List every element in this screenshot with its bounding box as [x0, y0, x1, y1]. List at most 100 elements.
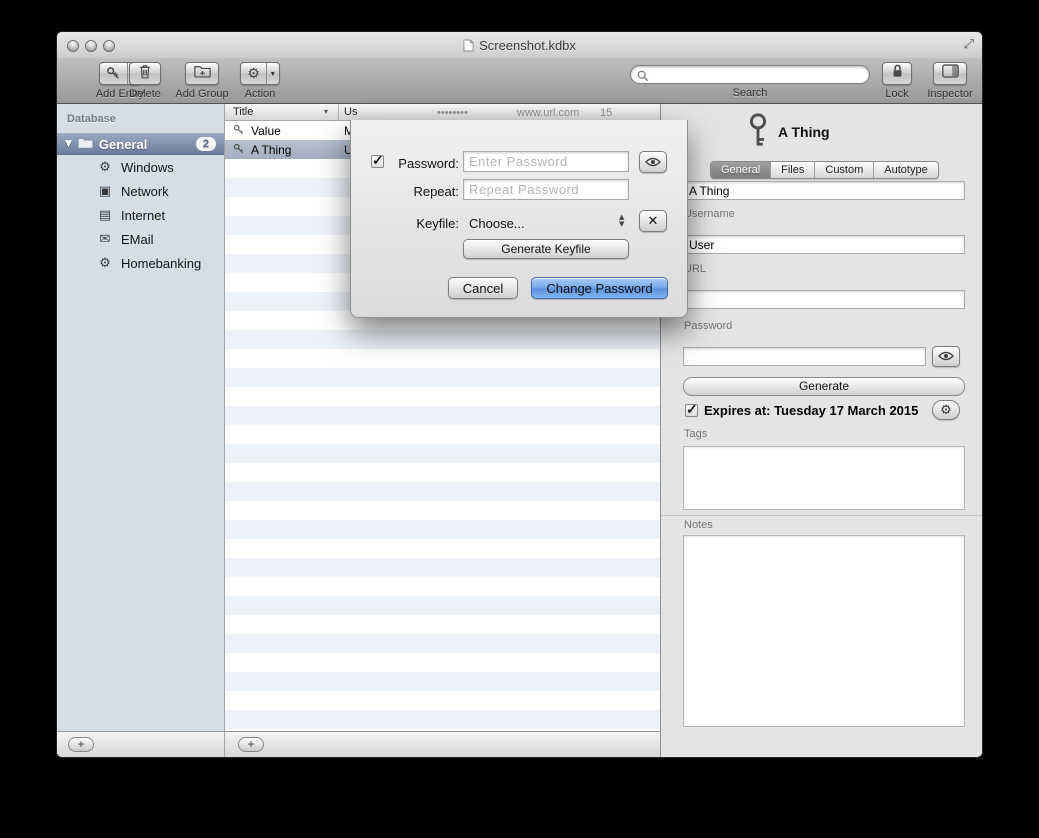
add-group-label: Add Group: [175, 88, 228, 100]
sidebar-item-network[interactable]: ▣ Network: [57, 179, 224, 203]
sheet-repeat-label: Repeat:: [389, 184, 459, 199]
sheet-password-label: Password:: [389, 156, 459, 171]
keyfile-popup[interactable]: Choose...: [469, 216, 525, 231]
password-enable-checkbox[interactable]: [371, 155, 384, 168]
tags-input-box[interactable]: [683, 446, 965, 510]
password-field[interactable]: [683, 347, 926, 366]
repeat-password-input[interactable]: [463, 179, 629, 200]
add-group-plus-button[interactable]: +: [68, 737, 94, 752]
entry-key-icon: [745, 113, 771, 154]
change-password-button[interactable]: Change Password: [531, 277, 668, 299]
action-button[interactable]: ⚙ ▾: [240, 62, 280, 85]
delete-button[interactable]: [129, 62, 161, 85]
key-icon: [100, 63, 127, 84]
sidebar-item-windows[interactable]: ⚙ Windows: [57, 155, 224, 179]
eye-icon: [938, 348, 954, 366]
fullscreen-icon[interactable]: ⤢: [964, 37, 974, 52]
envelope-icon: ✉: [97, 232, 113, 247]
url-field[interactable]: [683, 290, 965, 309]
sidebar-item-label: EMail: [121, 232, 154, 247]
trash-icon: [138, 63, 152, 84]
sheet-keyfile-label: Keyfile:: [389, 216, 459, 231]
entry-list-bottom-bar: +: [225, 731, 660, 757]
expires-label: Expires at: Tuesday 17 March 2015: [704, 403, 918, 418]
action-group: ⚙ ▾ Action: [237, 62, 283, 100]
delete-label: Delete: [129, 88, 161, 100]
reveal-password-button[interactable]: [639, 151, 667, 173]
lock-group: Lock: [881, 62, 913, 100]
section-divider: [661, 515, 982, 516]
sidebar-item-label: Internet: [121, 208, 165, 223]
lock-button[interactable]: [882, 62, 912, 85]
search-label: Search: [630, 87, 870, 99]
window-title: Screenshot.kdbx: [57, 38, 982, 55]
sidebar-item-label: Windows: [121, 160, 174, 175]
peek-modified-cell: 15: [600, 107, 612, 119]
peek-url-cell: www.url.com: [517, 107, 579, 119]
sidebar-item-label: Homebanking: [121, 256, 201, 271]
lock-label: Lock: [885, 88, 908, 100]
gear-icon: ⚙: [940, 403, 952, 418]
tab-autotype[interactable]: Autotype: [874, 162, 937, 178]
generate-password-button[interactable]: Generate: [683, 377, 965, 396]
notes-input-box[interactable]: [683, 535, 965, 727]
inspector-entry-title: A Thing: [778, 124, 830, 140]
folder-plus-icon: [194, 64, 211, 83]
title-field[interactable]: [683, 181, 965, 200]
disclosure-triangle-icon[interactable]: ▼: [65, 139, 72, 149]
column-divider[interactable]: [338, 104, 339, 120]
generate-keyfile-button[interactable]: Generate Keyfile: [463, 239, 629, 259]
add-entry-plus-button[interactable]: +: [238, 737, 264, 752]
add-group-group: Add Group: [172, 62, 232, 100]
key-icon: [233, 143, 245, 158]
popup-stepper-icon[interactable]: ▲▼: [619, 214, 624, 228]
sidebar-item-label: Network: [121, 184, 169, 199]
chevron-down-icon: ▾: [271, 69, 275, 78]
close-icon: ✕: [648, 214, 659, 229]
search-icon: [637, 69, 649, 87]
action-label: Action: [245, 88, 276, 100]
entry-title-cell: Value: [251, 124, 281, 138]
sidebar-section-header: Database: [57, 104, 224, 125]
sidebar-group-label: General: [99, 137, 147, 152]
search-group: Search: [630, 65, 870, 99]
lock-icon: [891, 63, 904, 84]
tab-files[interactable]: Files: [771, 162, 815, 178]
sidebar-item-email[interactable]: ✉ EMail: [57, 227, 224, 251]
column-header-username[interactable]: Us: [344, 106, 357, 118]
tab-general[interactable]: General: [711, 162, 771, 178]
entry-title-cell: A Thing: [251, 143, 291, 157]
key-icon: [233, 124, 245, 139]
add-group-button[interactable]: [185, 62, 219, 85]
network-icon: ▣: [97, 184, 113, 199]
inspector-panel-icon: [942, 64, 959, 83]
gear-icon: ⚙: [241, 63, 266, 84]
username-field[interactable]: [683, 235, 965, 254]
entry-count-badge: 2: [196, 137, 216, 151]
new-password-input[interactable]: [463, 151, 629, 172]
inspector-toggle-button[interactable]: [933, 62, 967, 85]
expires-row: Expires at: Tuesday 17 March 2015: [685, 403, 918, 418]
expires-checkbox[interactable]: [685, 404, 698, 417]
entry-table-header[interactable]: Title ▾ Us •••••••• www.url.com 15: [225, 104, 660, 121]
change-password-sheet: Password: Repeat: Keyfile: Choose... ▲▼ …: [350, 120, 688, 318]
sidebar-group-general[interactable]: ▼ General 2: [57, 133, 224, 155]
clear-keyfile-button[interactable]: ✕: [639, 210, 667, 232]
inspector-tab-bar: General Files Custom Autotype: [710, 161, 939, 179]
reveal-password-button[interactable]: [932, 346, 960, 367]
folder-icon: [77, 136, 94, 152]
search-input[interactable]: [630, 65, 870, 84]
delete-group: Delete: [127, 62, 163, 100]
window-chrome: Screenshot.kdbx ⤢ ▾ Add Entry Delete: [57, 32, 982, 104]
cancel-button[interactable]: Cancel: [448, 277, 518, 299]
column-header-title[interactable]: Title: [233, 106, 253, 118]
tab-custom[interactable]: Custom: [815, 162, 874, 178]
sidebar-item-internet[interactable]: ▤ Internet: [57, 203, 224, 227]
eye-icon: [645, 155, 661, 170]
inspector-label: Inspector: [927, 88, 972, 100]
sidebar-item-homebanking[interactable]: ⚙ Homebanking: [57, 251, 224, 275]
action-dropdown[interactable]: ▾: [266, 63, 279, 84]
expires-options-button[interactable]: ⚙: [932, 400, 960, 420]
notes-label: Notes: [684, 519, 713, 531]
sort-indicator-icon: ▾: [324, 107, 328, 116]
